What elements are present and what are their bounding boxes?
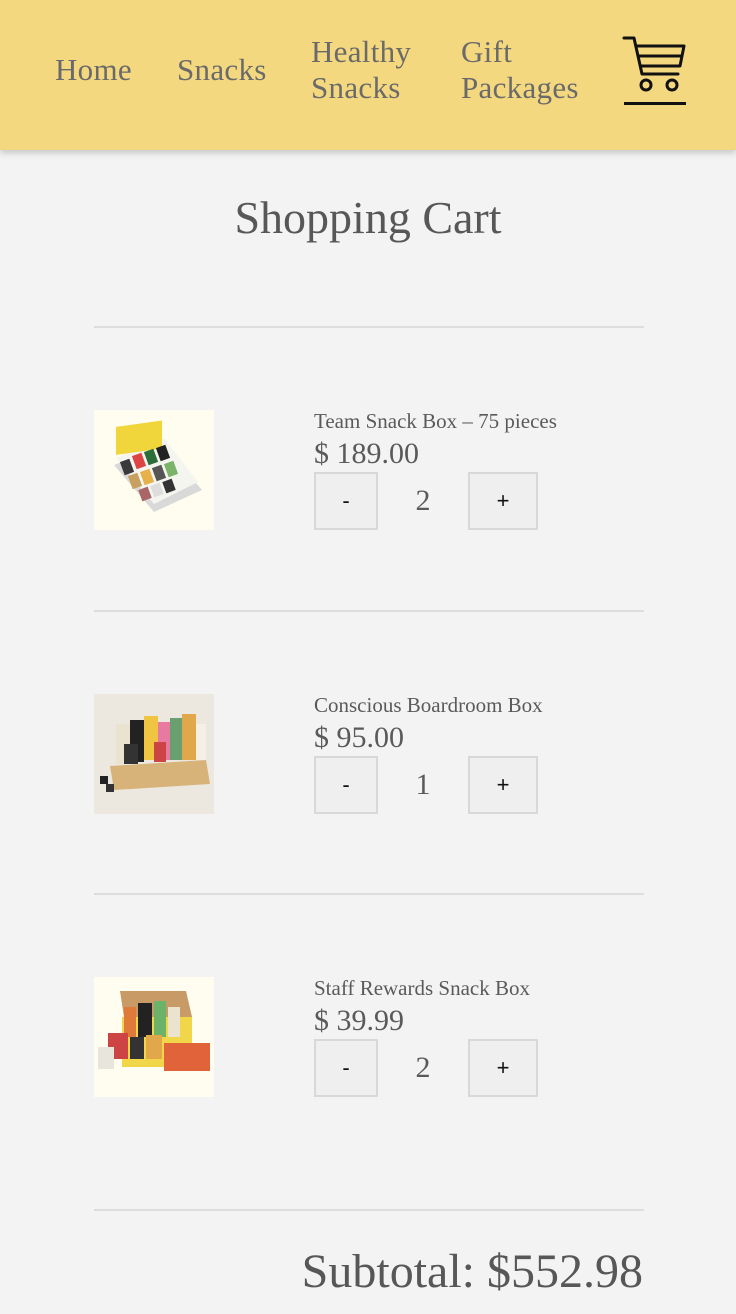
cart-item: Conscious Boardroom Box $ 95.00 - 1 + [0, 692, 736, 894]
decrease-quantity-button[interactable]: - [314, 756, 378, 814]
divider [94, 326, 644, 328]
nav-link-home[interactable]: Home [55, 52, 132, 88]
quantity-value: 2 [415, 484, 431, 517]
increase-quantity-button[interactable]: + [468, 472, 538, 530]
cart-item: Team Snack Box – 75 pieces $ 189.00 - 2 … [0, 408, 736, 610]
item-price: $ 39.99 [314, 1004, 404, 1037]
nav-link-gift-packages[interactable]: Gift Packages [461, 34, 601, 106]
quantity-value: 1 [415, 768, 431, 801]
item-name[interactable]: Conscious Boardroom Box [314, 692, 543, 718]
divider [94, 610, 644, 612]
cart-link[interactable] [622, 32, 686, 108]
nav-link-healthy-snacks[interactable]: Healthy Snacks [311, 34, 431, 106]
increase-quantity-button[interactable]: + [468, 1039, 538, 1097]
divider [94, 1209, 644, 1211]
increase-quantity-button[interactable]: + [468, 756, 538, 814]
nav-link-snacks[interactable]: Snacks [177, 52, 267, 88]
product-image-staff-rewards-snack-box[interactable] [94, 977, 214, 1097]
decrease-quantity-button[interactable]: - [314, 1039, 378, 1097]
quantity-value: 2 [415, 1051, 431, 1084]
item-price: $ 189.00 [314, 437, 419, 470]
top-nav-bar: Home Snacks Healthy Snacks Gift Packages [0, 0, 736, 150]
item-price: $ 95.00 [314, 721, 404, 754]
product-image-conscious-boardroom-box[interactable] [94, 694, 214, 814]
shopping-cart-icon [622, 36, 686, 92]
item-name[interactable]: Team Snack Box – 75 pieces [314, 408, 557, 434]
cart-active-underline [624, 102, 686, 105]
item-name[interactable]: Staff Rewards Snack Box [314, 975, 530, 1001]
cart-item: Staff Rewards Snack Box $ 39.99 - 2 + [0, 975, 736, 1177]
decrease-quantity-button[interactable]: - [314, 472, 378, 530]
page-title: Shopping Cart [234, 192, 502, 243]
cart-subtotal: Subtotal: $552.98 [301, 1245, 643, 1298]
product-image-team-snack-box[interactable] [94, 410, 214, 530]
divider [94, 893, 644, 895]
